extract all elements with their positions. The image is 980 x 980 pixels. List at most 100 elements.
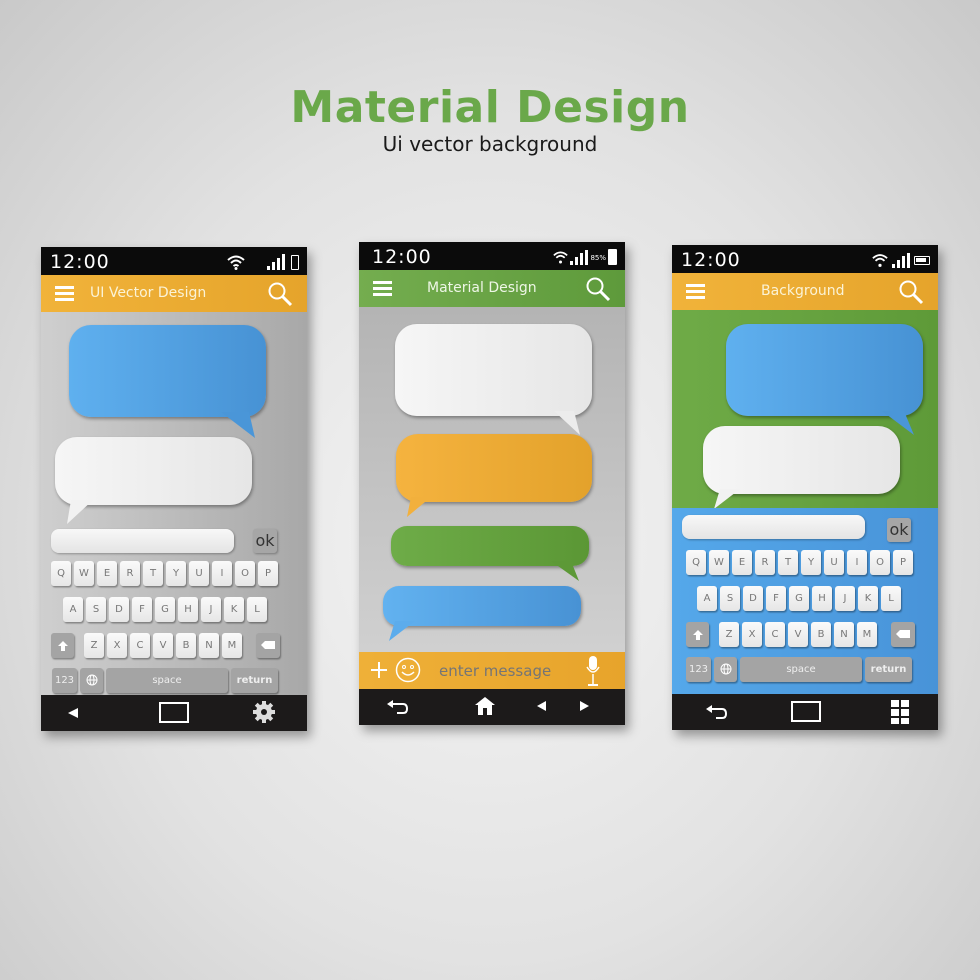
space-key[interactable]: space (106, 668, 228, 693)
return-icon[interactable] (387, 699, 409, 715)
return-icon[interactable] (706, 704, 728, 720)
key[interactable]: Y (166, 561, 186, 586)
apps-grid-icon[interactable] (891, 700, 909, 724)
numbers-key[interactable]: 123 (52, 668, 77, 693)
key[interactable]: C (765, 622, 785, 647)
globe-key[interactable] (714, 657, 737, 682)
key[interactable]: G (789, 586, 809, 611)
globe-key[interactable] (80, 668, 103, 693)
prev-icon[interactable] (537, 701, 546, 711)
gear-icon[interactable] (252, 700, 276, 724)
key[interactable]: R (120, 561, 140, 586)
key[interactable]: F (132, 597, 152, 622)
search-icon[interactable] (267, 281, 293, 307)
key[interactable]: N (199, 633, 219, 658)
key[interactable]: C (130, 633, 150, 658)
space-key[interactable]: space (740, 657, 862, 682)
key[interactable]: B (811, 622, 831, 647)
home-icon[interactable] (475, 697, 495, 715)
key[interactable]: R (755, 550, 775, 575)
app-bar-title: UI Vector Design (90, 285, 207, 301)
key[interactable]: P (893, 550, 913, 575)
key[interactable]: S (86, 597, 106, 622)
key[interactable]: M (857, 622, 877, 647)
key[interactable]: S (720, 586, 740, 611)
key[interactable]: N (834, 622, 854, 647)
key[interactable]: U (824, 550, 844, 575)
message-input[interactable] (51, 529, 234, 553)
key[interactable]: Y (801, 550, 821, 575)
numbers-key[interactable]: 123 (686, 657, 711, 682)
shift-key[interactable] (686, 622, 709, 647)
key[interactable]: L (881, 586, 901, 611)
shift-key[interactable] (51, 633, 74, 658)
key[interactable]: Q (51, 561, 71, 586)
ok-button[interactable]: ok (253, 529, 277, 553)
key[interactable]: W (709, 550, 729, 575)
plus-icon[interactable] (371, 662, 387, 678)
search-icon[interactable] (898, 279, 924, 305)
key[interactable]: W (74, 561, 94, 586)
key[interactable]: J (201, 597, 221, 622)
key[interactable]: H (812, 586, 832, 611)
return-key[interactable]: return (865, 657, 912, 682)
key[interactable]: Q (686, 550, 706, 575)
key[interactable]: L (247, 597, 267, 622)
white-bubble (395, 324, 592, 416)
key[interactable]: G (155, 597, 175, 622)
globe-icon (720, 663, 731, 675)
keyboard-row-4: 123 space return (52, 668, 278, 693)
menu-icon[interactable] (55, 286, 74, 301)
key[interactable]: X (742, 622, 762, 647)
keyboard-row-1: Q W E R T Y U I O P (686, 550, 913, 575)
back-icon[interactable] (68, 708, 78, 718)
home-square-icon[interactable] (791, 701, 821, 722)
key[interactable]: E (732, 550, 752, 575)
key[interactable]: I (847, 550, 867, 575)
key[interactable]: O (870, 550, 890, 575)
menu-icon[interactable] (686, 284, 705, 299)
key[interactable]: V (153, 633, 173, 658)
status-bar: 12:00 (41, 247, 307, 275)
key[interactable]: K (224, 597, 244, 622)
return-key[interactable]: return (231, 668, 278, 693)
key[interactable]: I (212, 561, 232, 586)
key[interactable]: O (235, 561, 255, 586)
key[interactable]: U (189, 561, 209, 586)
key[interactable]: M (222, 633, 242, 658)
message-input[interactable] (682, 515, 865, 539)
key[interactable]: T (778, 550, 798, 575)
ok-button[interactable]: ok (887, 518, 911, 542)
menu-icon[interactable] (373, 281, 392, 296)
next-icon[interactable] (580, 701, 589, 711)
key[interactable]: Z (84, 633, 104, 658)
search-icon[interactable] (585, 276, 611, 302)
battery-icon (914, 256, 930, 265)
signal-icon (570, 249, 589, 265)
home-square-icon[interactable] (159, 702, 189, 723)
key[interactable]: Z (719, 622, 739, 647)
microphone-icon[interactable] (585, 655, 601, 687)
message-input[interactable] (439, 659, 579, 683)
key[interactable]: E (97, 561, 117, 586)
key[interactable]: V (788, 622, 808, 647)
key[interactable]: D (743, 586, 763, 611)
key[interactable]: D (109, 597, 129, 622)
key[interactable]: H (178, 597, 198, 622)
key[interactable]: A (63, 597, 83, 622)
key[interactable]: B (176, 633, 196, 658)
key[interactable]: T (143, 561, 163, 586)
shift-arrow-icon (692, 630, 703, 640)
blue-bubble (383, 586, 581, 626)
key[interactable]: F (766, 586, 786, 611)
key[interactable]: P (258, 561, 278, 586)
signal-icon (892, 252, 910, 268)
key[interactable]: X (107, 633, 127, 658)
key[interactable]: J (835, 586, 855, 611)
wifi-icon (553, 251, 569, 264)
backspace-key[interactable] (891, 622, 915, 647)
key[interactable]: K (858, 586, 878, 611)
smiley-icon[interactable] (395, 657, 421, 683)
backspace-key[interactable] (256, 633, 280, 658)
key[interactable]: A (697, 586, 717, 611)
